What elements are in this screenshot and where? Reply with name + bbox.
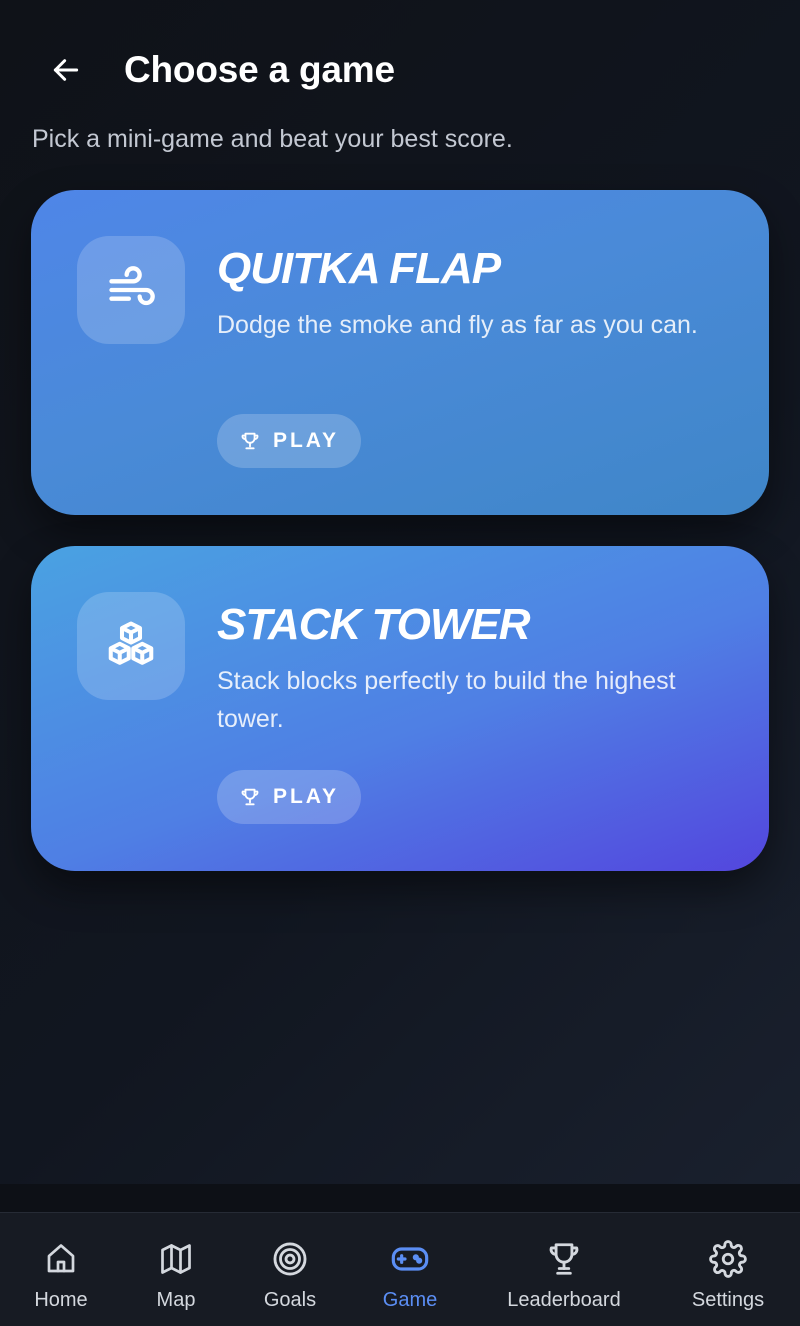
gear-icon [709,1240,747,1278]
game-title: QUITKA FLAP [217,244,501,293]
home-icon [47,1244,75,1273]
game-description: Stack blocks perfectly to build the high… [217,667,676,733]
game-icon-container [77,592,185,700]
nav-item-game[interactable]: Game [370,1213,450,1326]
game-title: STACK TOWER [217,600,530,649]
play-button-label: PLAY [272,785,340,808]
bottom-navigation: Home Map Goals Game Leaderboard Settings [0,1212,800,1326]
game-icon-container [77,236,185,344]
nav-item-map[interactable]: Map [140,1213,212,1326]
game-card-stack-tower[interactable]: STACK TOWER Stack blocks perfectly to bu… [31,546,769,871]
trophy-icon [241,432,259,450]
play-button-label: PLAY [272,429,340,452]
gamepad-icon [391,1247,429,1271]
wind-icon [109,266,155,306]
bottom-divider [0,1184,800,1212]
nav-item-goals[interactable]: Goals [250,1213,330,1326]
arrow-left-icon [53,59,79,81]
nav-item-home[interactable]: Home [20,1213,102,1326]
back-button[interactable] [40,46,92,94]
header: Choose a game Pick a mini-game and beat … [0,0,800,153]
nav-label: Home [34,1289,88,1311]
nav-label: Goals [263,1289,317,1311]
game-card-quitka-flap[interactable]: QUITKA FLAP Dodge the smoke and fly as f… [31,190,769,515]
trophy-icon [549,1243,579,1275]
play-button[interactable]: PLAY [217,770,361,824]
map-icon [161,1244,191,1274]
page-subtitle: Pick a mini-game and beat your best scor… [32,125,513,153]
nav-label: Map [156,1289,196,1311]
page-title: Choose a game [124,49,395,90]
cubes-icon [108,621,154,665]
nav-label: Settings [691,1289,765,1311]
nav-item-leaderboard[interactable]: Leaderboard [494,1213,634,1326]
nav-label: Game [382,1289,438,1311]
play-button[interactable]: PLAY [217,414,361,468]
game-description: Dodge the smoke and fly as far as you ca… [217,311,698,339]
nav-item-settings[interactable]: Settings [680,1213,776,1326]
target-icon [273,1242,307,1276]
trophy-icon [241,788,259,806]
nav-label: Leaderboard [507,1289,621,1311]
